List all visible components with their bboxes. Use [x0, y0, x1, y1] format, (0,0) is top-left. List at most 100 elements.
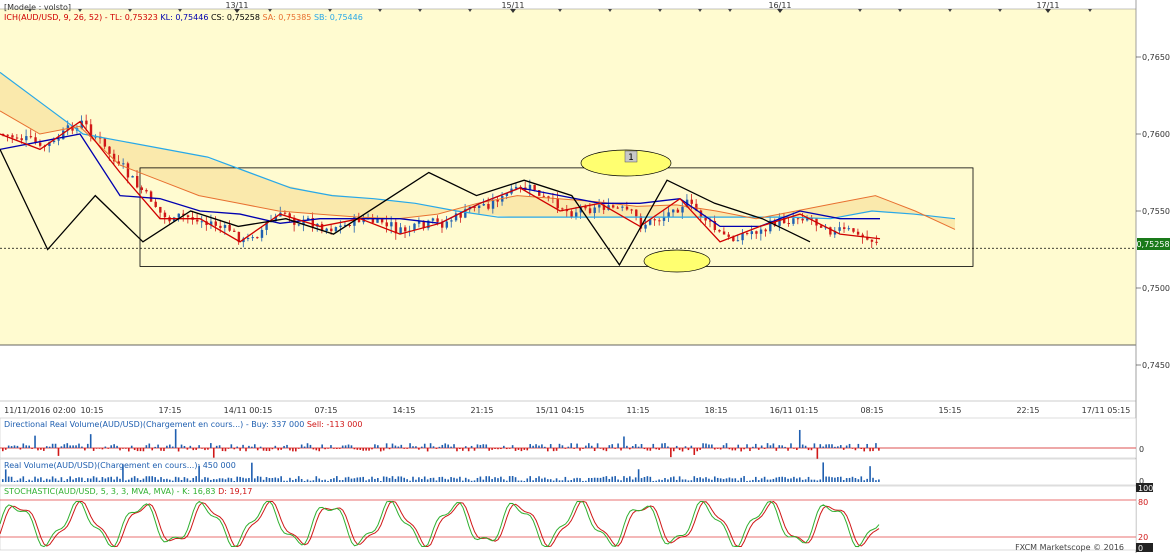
candle-body: [676, 209, 680, 213]
real-volume-bar: [315, 476, 318, 482]
candle-body: [570, 211, 573, 218]
real-volume-bar: [828, 476, 830, 482]
real-volume-bar: [453, 477, 455, 482]
candle-body: [588, 208, 592, 214]
directional-volume-bar: [271, 448, 274, 450]
directional-volume-bar: [620, 448, 622, 451]
real-volume-bar: [426, 479, 429, 482]
real-volume-bar: [40, 477, 42, 482]
real-volume-bar: [801, 479, 804, 482]
directional-volume-bar: [86, 443, 89, 448]
candle-body: [103, 138, 107, 147]
directional-volume-bar: [596, 443, 599, 448]
candle-body: [722, 231, 726, 235]
real-volume-bar: [43, 480, 45, 482]
real-volume-bar: [582, 480, 584, 482]
directional-volume-bar: [482, 444, 485, 448]
real-volume-bar: [300, 478, 303, 482]
directional-volume-bar: [239, 448, 241, 451]
directional-volume-bar: [828, 444, 830, 448]
real-volume-bar: [221, 478, 224, 482]
real-volume-bar: [435, 480, 438, 482]
candle-body: [25, 136, 28, 141]
directional-volume-bar: [546, 448, 549, 452]
directional-volume-bar: [204, 448, 206, 451]
directional-volume-bar: [145, 445, 148, 448]
real-volume-bar: [678, 476, 681, 482]
real-volume-bar: [834, 477, 836, 482]
directional-volume-bar: [687, 448, 690, 451]
real-volume-bar: [514, 477, 517, 482]
real-volume-bar: [842, 479, 845, 482]
directional-volume-bar: [772, 443, 775, 448]
real-volume-bar: [796, 478, 798, 482]
real-volume-bar: [740, 477, 742, 482]
real-volume-bar: [450, 477, 452, 482]
real-volume-bar: [341, 480, 344, 482]
real-volume-bar: [84, 480, 86, 482]
stochastic-axis-label: 0: [1138, 544, 1143, 553]
real-volume-bar: [51, 476, 54, 482]
directional-volume-bar: [177, 448, 180, 452]
real-volume-bar: [503, 479, 505, 482]
directional-volume-bar: [599, 448, 602, 449]
directional-volume-bar: [306, 443, 309, 448]
directional-volume-bar: [365, 448, 367, 451]
candle-body: [136, 176, 139, 188]
directional-volume-bar: [839, 445, 842, 448]
directional-volume-bar: [409, 443, 411, 448]
real-volume-bar: [207, 477, 209, 482]
real-volume-bar: [148, 476, 151, 482]
real-volume-bar: [567, 480, 570, 482]
directional-volume-bar: [664, 443, 666, 448]
candle-body: [787, 223, 790, 225]
directional-volume-bar: [593, 448, 596, 452]
real-volume-bar: [388, 478, 391, 482]
real-volume-bar: [157, 479, 159, 482]
directional-volume-bar: [722, 445, 725, 448]
real-volume-bar: [145, 476, 148, 482]
directional-volume-bar: [400, 444, 403, 448]
real-volume-bar: [775, 477, 778, 482]
real-volume-bar: [125, 480, 127, 482]
time-label: 11:15: [626, 406, 649, 415]
directional-volume-bar: [652, 443, 655, 448]
real-volume-bar: [2, 479, 4, 482]
annotation-ellipse-bottom[interactable]: [643, 249, 711, 273]
directional-volume-bar: [702, 443, 704, 448]
candle-body: [283, 212, 287, 214]
real-volume-bar: [98, 480, 101, 482]
real-volume-bar: [210, 479, 212, 482]
real-volume-bar: [564, 476, 567, 482]
real-volume-bar: [429, 477, 432, 482]
price-chart[interactable]: 1 13/11 15/11 16/11 17/11 0,76500,76000,755…: [0, 0, 1170, 553]
candle-body: [163, 212, 167, 218]
price-label: 0,7450: [1142, 361, 1170, 370]
candle-body: [246, 237, 250, 239]
real-volume-bar: [4, 469, 7, 482]
candle-body: [450, 220, 453, 222]
candle-body: [482, 204, 485, 206]
directional-volume-bar: [807, 448, 810, 451]
directional-volume-bar: [740, 448, 742, 452]
real-volume-bar: [816, 480, 819, 482]
candle-body: [838, 227, 841, 231]
real-volume-bar: [476, 477, 479, 482]
real-volume-bar: [670, 477, 672, 482]
candle-body: [177, 213, 180, 218]
directional-volume-bar: [869, 448, 871, 452]
directional-volume-bar: [321, 444, 323, 448]
directional-volume-bar: [119, 448, 121, 451]
real-volume-bar: [136, 478, 139, 482]
directional-volume-bar: [678, 448, 681, 451]
real-volume-bar: [81, 477, 83, 482]
candle-body: [542, 195, 546, 197]
real-volume-bar: [614, 476, 616, 482]
real-volume-bar: [104, 478, 107, 482]
directional-volume-bar: [344, 445, 347, 448]
candle-body: [431, 218, 435, 221]
real-volume-bar: [248, 477, 250, 482]
directional-volume-bar: [790, 443, 792, 448]
directional-volume-bar: [432, 446, 435, 448]
directional-volume-bar: [755, 443, 757, 448]
